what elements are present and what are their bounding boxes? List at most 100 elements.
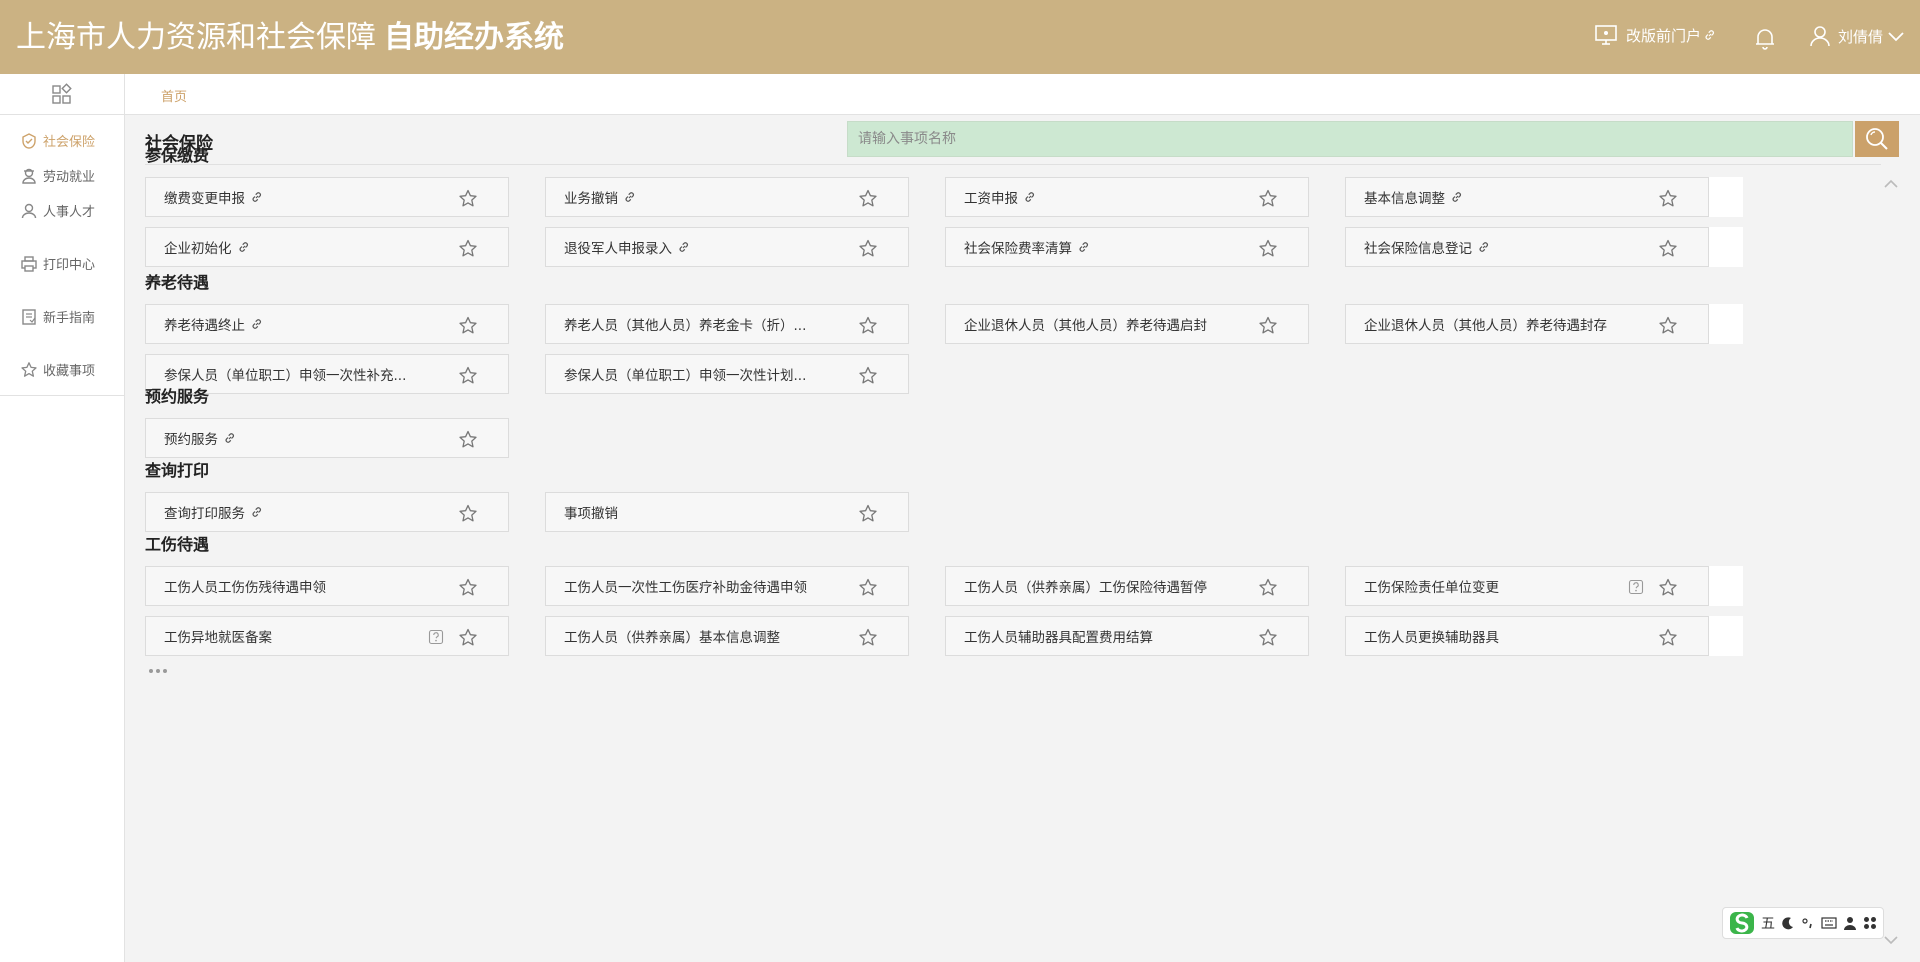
service-item-label: 企业退休人员（其他人员）养老待遇启封: [964, 318, 1207, 334]
more-button[interactable]: [149, 664, 1743, 678]
link-icon: [252, 507, 261, 517]
star-icon[interactable]: [858, 316, 878, 335]
service-item[interactable]: 缴费变更申报: [145, 177, 509, 217]
monitor-icon: [1595, 25, 1617, 45]
user-name: 刘倩倩: [1838, 27, 1884, 46]
user-menu[interactable]: 刘倩倩: [1808, 24, 1905, 48]
service-item-label: 工资申报: [964, 191, 1018, 207]
service-item[interactable]: 基本信息调整: [1345, 177, 1709, 217]
chevron-up-icon: [1884, 179, 1898, 188]
sidebar-item-favorites[interactable]: 收藏事项: [0, 352, 124, 387]
help-icon[interactable]: [1628, 579, 1644, 595]
breadcrumb-home[interactable]: 首页: [161, 86, 187, 105]
service-item[interactable]: 社会保险信息登记: [1345, 227, 1709, 267]
service-item[interactable]: 工伤保险责任单位变更: [1345, 566, 1709, 606]
service-item[interactable]: 参保人员（单位职工）申领一次性计划...: [545, 354, 909, 394]
shield-icon: [22, 132, 36, 149]
sidebar-item-social-insurance[interactable]: 社会保险: [0, 123, 124, 158]
star-icon[interactable]: [858, 628, 878, 647]
sidebar-toggle[interactable]: [0, 74, 124, 115]
star-icon[interactable]: [458, 366, 478, 385]
star-icon[interactable]: [1258, 189, 1278, 208]
service-item[interactable]: 工伤人员辅助器具配置费用结算: [945, 616, 1309, 656]
star-icon[interactable]: [458, 430, 478, 449]
collapse-button[interactable]: [1883, 177, 1899, 193]
printer-icon: [21, 255, 37, 272]
service-item[interactable]: 企业退休人员（其他人员）养老待遇封存: [1345, 304, 1709, 344]
star-icon[interactable]: [1258, 239, 1278, 258]
star-icon[interactable]: [858, 504, 878, 523]
service-item[interactable]: 工伤人员一次性工伤医疗补助金待遇申领: [545, 566, 909, 606]
star-icon[interactable]: [458, 628, 478, 647]
service-item[interactable]: 工伤异地就医备案: [145, 616, 509, 656]
star-icon[interactable]: [1658, 189, 1678, 208]
star-icon[interactable]: [458, 189, 478, 208]
keyboard-icon: [1821, 917, 1837, 929]
sidebar-item-employment[interactable]: 劳动就业: [0, 158, 124, 193]
search-button[interactable]: [1855, 121, 1899, 157]
star-icon[interactable]: [1658, 316, 1678, 335]
service-item[interactable]: 工伤人员（供养亲属）基本信息调整: [545, 616, 909, 656]
service-item[interactable]: 工伤人员（供养亲属）工伤保险待遇暂停: [945, 566, 1309, 606]
service-item-label: 参保人员（单位职工）申领一次性计划...: [564, 368, 807, 384]
star-icon[interactable]: [1658, 628, 1678, 647]
sidebar-item-label: 社会保险: [43, 135, 96, 150]
service-item-label: 企业初始化: [164, 241, 232, 257]
service-item-label: 工伤人员工伤伤残待遇申领: [164, 580, 326, 596]
star-icon[interactable]: [858, 189, 878, 208]
star-icon[interactable]: [858, 239, 878, 258]
sidebar-item-personnel[interactable]: 人事人才: [0, 193, 124, 228]
ime-mode: 五: [1761, 916, 1775, 932]
star-icon[interactable]: [1258, 628, 1278, 647]
link-icon: [1479, 242, 1488, 252]
service-item[interactable]: 预约服务: [145, 418, 509, 458]
section-title: 养老待遇: [145, 273, 210, 292]
row-spacer: [1709, 177, 1743, 217]
service-item[interactable]: 养老人员（其他人员）养老金卡（折）...: [545, 304, 909, 344]
service-item[interactable]: 工伤人员工伤伤残待遇申领: [145, 566, 509, 606]
service-item[interactable]: 事项撤销: [545, 492, 909, 532]
user-icon: [1844, 917, 1856, 930]
star-icon[interactable]: [858, 578, 878, 597]
worker-icon: [22, 168, 36, 184]
star-icon[interactable]: [858, 366, 878, 385]
service-item[interactable]: 社会保险费率清算: [945, 227, 1309, 267]
service-item[interactable]: 企业初始化: [145, 227, 509, 267]
bell-icon: [1756, 29, 1774, 50]
ime-toolbar[interactable]: 五: [1722, 907, 1884, 939]
row-spacer: [1709, 566, 1743, 606]
search-icon: [1866, 128, 1888, 150]
sidebar-item-print-center[interactable]: 打印中心: [0, 246, 124, 281]
sidebar-item-label: 打印中心: [43, 258, 96, 273]
service-section: 预约服务 预约服务: [145, 386, 545, 468]
service-item[interactable]: 退役军人申报录入: [545, 227, 909, 267]
moon-icon: [1782, 917, 1793, 930]
service-item-label: 养老人员（其他人员）养老金卡（折）...: [564, 318, 807, 334]
star-icon[interactable]: [1258, 316, 1278, 335]
star-icon[interactable]: [458, 504, 478, 523]
star-icon[interactable]: [1658, 578, 1678, 597]
star-icon[interactable]: [1658, 239, 1678, 258]
service-item[interactable]: 工资申报: [945, 177, 1309, 217]
old-portal-label: 改版前门户: [1626, 26, 1702, 45]
more-dot: [163, 669, 167, 673]
star-icon[interactable]: [1258, 578, 1278, 597]
star-icon[interactable]: [458, 316, 478, 335]
service-item-label: 工伤人员更换辅助器具: [1364, 630, 1499, 646]
star-icon: [21, 361, 37, 377]
service-item[interactable]: 业务撤销: [545, 177, 909, 217]
sidebar-item-guide[interactable]: 新手指南: [0, 299, 124, 334]
breadcrumb: 首页: [125, 74, 1920, 115]
chevron-down-icon: [1888, 32, 1904, 42]
service-item[interactable]: 养老待遇终止: [145, 304, 509, 344]
service-item[interactable]: 企业退休人员（其他人员）养老待遇启封: [945, 304, 1309, 344]
notification-button[interactable]: [1752, 26, 1778, 50]
service-item[interactable]: 工伤人员更换辅助器具: [1345, 616, 1709, 656]
service-item[interactable]: 查询打印服务: [145, 492, 509, 532]
help-icon[interactable]: [428, 629, 444, 645]
star-icon[interactable]: [458, 239, 478, 258]
old-portal-link[interactable]: 改版前门户: [1594, 24, 1716, 46]
section-title: 预约服务: [145, 387, 210, 406]
expand-button[interactable]: [1883, 933, 1899, 949]
star-icon[interactable]: [458, 578, 478, 597]
